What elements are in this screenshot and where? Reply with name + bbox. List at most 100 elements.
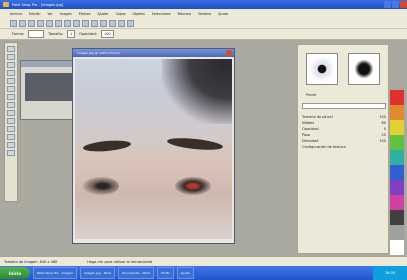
redo-icon[interactable] bbox=[82, 19, 89, 27]
brush-preview-small[interactable] bbox=[348, 53, 380, 85]
background-image-window[interactable] bbox=[20, 60, 80, 120]
status-right: Haga clic para utilizar la herramienta bbox=[87, 259, 153, 264]
row-label: Opacidad bbox=[302, 127, 319, 131]
resize-icon[interactable] bbox=[109, 19, 116, 27]
menu-bar: Archivo Edición Ver Imagen Efectos Ajust… bbox=[0, 9, 407, 18]
print-icon[interactable] bbox=[37, 19, 44, 27]
standard-toolbar bbox=[0, 18, 407, 29]
settings-row[interactable]: Paso 25 bbox=[302, 133, 386, 137]
brush-slider[interactable] bbox=[302, 103, 386, 109]
menu-item[interactable]: Edición bbox=[29, 12, 41, 16]
opacity-field[interactable]: 100 bbox=[100, 30, 114, 38]
settings-row[interactable]: Configuración de textura bbox=[302, 145, 386, 149]
color-swatch[interactable] bbox=[390, 120, 404, 135]
clone-tool-icon[interactable] bbox=[7, 102, 15, 108]
minimize-button[interactable] bbox=[384, 1, 391, 8]
help-icon[interactable] bbox=[127, 19, 134, 27]
system-clock: 16:35 bbox=[373, 266, 407, 280]
menu-item[interactable]: Ajustar bbox=[97, 12, 108, 16]
brush-preview-large[interactable] bbox=[306, 53, 338, 85]
settings-row[interactable]: Nitidez 80 bbox=[302, 121, 386, 125]
eraser-icon[interactable] bbox=[7, 110, 15, 116]
color-swatch[interactable] bbox=[390, 210, 404, 225]
row-value: 100 bbox=[379, 115, 386, 119]
image-window-titlebar: imagen.jpg @ 100% (Fondo) bbox=[73, 49, 234, 57]
color-swatch[interactable] bbox=[390, 105, 404, 120]
size-field[interactable]: 1 bbox=[66, 30, 76, 38]
tool-options-bar: Forma: Tamaño: 1 Opacidad: 100 bbox=[0, 29, 407, 40]
photo-canvas[interactable] bbox=[75, 59, 232, 239]
color-swatch[interactable] bbox=[390, 180, 404, 195]
copy-icon[interactable] bbox=[55, 19, 62, 27]
row-label: Nitidez bbox=[302, 121, 315, 125]
shape-tool-icon[interactable] bbox=[7, 134, 15, 140]
image-window[interactable]: imagen.jpg @ 100% (Fondo) bbox=[72, 48, 235, 244]
open-file-icon[interactable] bbox=[19, 19, 26, 27]
menu-item[interactable]: Máscara bbox=[178, 12, 191, 16]
start-button[interactable]: Inicio bbox=[0, 267, 30, 279]
brush-tool-icon[interactable] bbox=[7, 94, 15, 100]
menu-item[interactable]: Selecciones bbox=[152, 12, 171, 16]
color-swatch[interactable] bbox=[390, 240, 404, 255]
background-window-titlebar bbox=[21, 61, 79, 67]
rotate-icon[interactable] bbox=[118, 19, 125, 27]
red-eye-tool-icon[interactable] bbox=[7, 142, 15, 148]
settings-row[interactable]: Tamaño de pincel 100 bbox=[302, 115, 386, 119]
close-button[interactable] bbox=[400, 1, 407, 8]
paste-icon[interactable] bbox=[64, 19, 71, 27]
color-swatch[interactable] bbox=[390, 165, 404, 180]
right-eyebrow bbox=[166, 136, 224, 152]
move-tool-icon[interactable] bbox=[7, 46, 15, 52]
menu-item[interactable]: Imagen bbox=[60, 12, 72, 16]
color-swatch[interactable] bbox=[390, 150, 404, 165]
menu-item[interactable]: Archivo bbox=[10, 12, 22, 16]
cut-icon[interactable] bbox=[46, 19, 53, 27]
taskbar-item[interactable]: imagen.jpg - Paint bbox=[79, 267, 116, 279]
color-swatch[interactable] bbox=[390, 90, 404, 105]
taskbar-item[interactable]: Paint Shop Pro - imagen bbox=[33, 267, 77, 279]
row-label: Densidad bbox=[302, 139, 319, 143]
color-swatch[interactable] bbox=[390, 135, 404, 150]
shape-select[interactable] bbox=[28, 30, 45, 38]
color-swatch[interactable] bbox=[390, 225, 404, 240]
color-palette[interactable] bbox=[390, 90, 404, 255]
menu-item[interactable]: Capas bbox=[116, 12, 126, 16]
zoom-tool-icon[interactable] bbox=[7, 150, 15, 156]
window-title: Paint Shop Pro - [imagen.jpg] bbox=[12, 2, 64, 7]
menu-item[interactable]: Efectos bbox=[79, 12, 91, 16]
taskbar-item[interactable]: Mi PC bbox=[157, 267, 174, 279]
magic-wand-icon[interactable] bbox=[7, 70, 15, 76]
crop-icon[interactable] bbox=[100, 19, 107, 27]
taskbar-item[interactable]: Documento - Word bbox=[118, 267, 155, 279]
row-value: 100 bbox=[379, 139, 386, 143]
status-left: Tamaño de imagen: 640 x 480 bbox=[4, 259, 58, 264]
close-icon[interactable] bbox=[226, 50, 232, 56]
color-swatch[interactable] bbox=[390, 195, 404, 210]
undo-icon[interactable] bbox=[73, 19, 80, 27]
row-value: 25 bbox=[381, 133, 386, 137]
menu-item[interactable]: Ayuda bbox=[218, 12, 228, 16]
crop-tool-icon[interactable] bbox=[7, 86, 15, 92]
settings-row[interactable]: Densidad 100 bbox=[302, 139, 386, 143]
menu-item[interactable]: Objetos bbox=[133, 12, 145, 16]
window-titlebar: Paint Shop Pro - [imagen.jpg] bbox=[0, 0, 407, 9]
brush-options-panel: Pincel Tamaño de pincel 100 Nitidez 80 Opa… bbox=[297, 44, 389, 254]
dropper-icon[interactable] bbox=[7, 78, 15, 84]
maximize-button[interactable] bbox=[392, 1, 399, 8]
menu-item[interactable]: Ver bbox=[47, 12, 52, 16]
taskbar-item[interactable]: Ayuda bbox=[176, 267, 194, 279]
app-icon bbox=[3, 2, 9, 7]
select-tool-icon[interactable] bbox=[7, 54, 15, 60]
zoom-icon[interactable] bbox=[91, 19, 98, 27]
text-tool-icon[interactable] bbox=[7, 126, 15, 132]
size-label: Tamaño: bbox=[48, 32, 63, 36]
row-label: Configuración de textura bbox=[302, 145, 346, 149]
image-window-title: imagen.jpg @ 100% (Fondo) bbox=[77, 51, 120, 55]
settings-row[interactable]: Opacidad 0 bbox=[302, 127, 386, 131]
menu-item[interactable]: Ventana bbox=[198, 12, 211, 16]
lasso-tool-icon[interactable] bbox=[7, 62, 15, 68]
fill-icon[interactable] bbox=[7, 118, 15, 124]
new-file-icon[interactable] bbox=[10, 19, 17, 27]
save-icon[interactable] bbox=[28, 19, 35, 27]
opacity-label: Opacidad: bbox=[79, 32, 97, 36]
